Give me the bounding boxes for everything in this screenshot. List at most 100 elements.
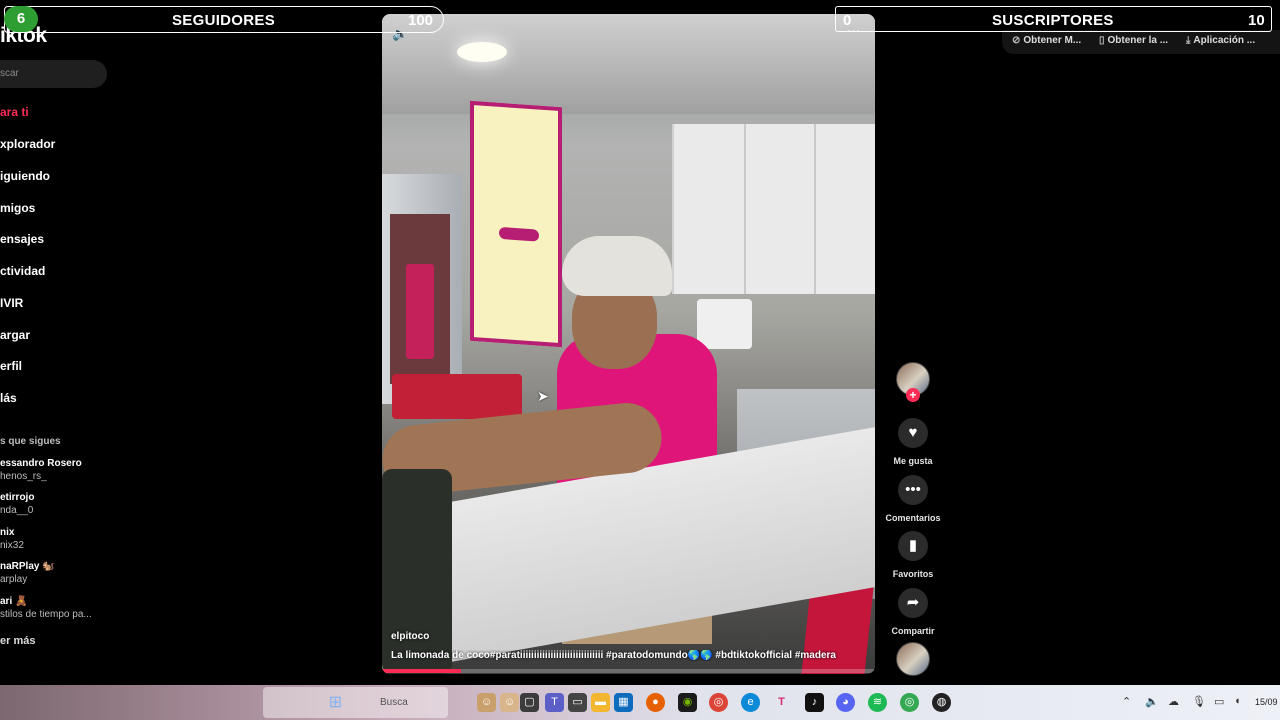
share-button[interactable]: ➦ [898, 588, 928, 618]
video-scene-red-counter [392, 374, 522, 419]
account-handle: stilos de tiempo pa... [0, 609, 92, 620]
nav-item-profile[interactable]: erfil [0, 359, 22, 373]
video-progress-bar[interactable] [382, 669, 875, 673]
music-disc-avatar[interactable] [896, 642, 930, 676]
following-account[interactable]: ari 🧸 stilos de tiempo pa... [0, 595, 92, 621]
windows-taskbar: ⊞ Busca ☺ ☺ ▢ T ▭ ▬ ▦ ● ◉ ◎ e T ♪ ◕ ≋ ◎ … [0, 685, 1280, 720]
file-explorer-icon[interactable]: ▬ [591, 693, 610, 712]
video-scene-fridge [382, 174, 462, 404]
account-handle: nix32 [0, 540, 24, 551]
followers-label: SEGUIDORES [172, 12, 276, 29]
following-account[interactable]: naRPlay 🐿️ arplay [0, 560, 55, 586]
nav-item-friends[interactable]: migos [0, 201, 35, 215]
video-scene-poster [470, 100, 562, 348]
nav-item-more[interactable]: lás [0, 391, 17, 405]
subscribers-label: SUSCRIPTORES [992, 12, 1114, 29]
share-arrow-icon: ➦ [906, 594, 920, 611]
video-scene-cup [406, 264, 434, 359]
video-scene-cap [562, 236, 672, 296]
microphone-tray-icon[interactable]: 🎙 [1192, 695, 1206, 708]
video-player[interactable]: 🔈 ⋯ elpitoco La limonada de coco#paratii… [382, 14, 875, 674]
video-scene-cabinets [672, 124, 875, 294]
desktop-app-link[interactable]: ⤓ Aplicación ... [1186, 35, 1255, 46]
speaker-tray-icon[interactable]: 🔈 [1145, 695, 1159, 708]
network-tray-icon[interactable]: ▭ [1214, 695, 1224, 708]
taskbar-search-text: Busca [380, 697, 408, 708]
video-progress-fill [382, 669, 461, 673]
video-scene-ceiling [382, 14, 875, 114]
download-icon: ⤓ [1186, 35, 1191, 46]
account-name: etirrojo [0, 492, 35, 503]
share-label: Compartir [891, 626, 935, 636]
following-account[interactable]: essandro Rosero henos_rs_ [0, 457, 82, 483]
terminal-icon[interactable]: ▭ [568, 693, 587, 712]
video-scene-light [457, 42, 507, 62]
like-label: Me gusta [893, 456, 933, 466]
nav-item-upload[interactable]: argar [0, 328, 30, 342]
desktop-app-label: Aplicación ... [1193, 35, 1256, 46]
favorite-label: Favoritos [892, 569, 934, 579]
followers-count-badge: 6 [4, 6, 38, 32]
video-caption[interactable]: La limonada de coco#paratiiiiiiiiiiiiiii… [391, 650, 867, 661]
followers-counter: SEGUIDORES 100 [4, 6, 444, 33]
nav-item-activity[interactable]: ctividad [0, 264, 45, 278]
store-icon[interactable]: ▦ [614, 693, 633, 712]
tiktok-icon[interactable]: ♪ [805, 693, 824, 712]
comment-label: Comentarios [885, 513, 941, 523]
cloud-tray-icon[interactable]: ☁ [1168, 695, 1179, 708]
phone-icon: ▯ [1099, 35, 1105, 46]
teams-icon[interactable]: T [545, 693, 564, 712]
subscribers-count: 0 [843, 12, 852, 29]
widgets-icon[interactable]: ☺ [477, 693, 496, 712]
account-handle: arplay [0, 574, 28, 585]
nvidia-icon[interactable]: ◉ [678, 693, 697, 712]
account-name: ari 🧸 [0, 596, 28, 607]
nav-item-explore[interactable]: xplorador [0, 137, 55, 151]
top-toolbar: ⊘ Obtener M... ▯ Obtener la ... ⤓ Aplicació… [1002, 30, 1280, 54]
video-author[interactable]: elpitoco [391, 631, 429, 642]
left-sidebar: iktok scar ara ti xplorador iguiendo mig… [0, 0, 130, 685]
edge-icon[interactable]: e [741, 693, 760, 712]
task-view-icon[interactable]: ▢ [520, 693, 539, 712]
get-app-label: Obtener la ... [1107, 35, 1169, 46]
firefox-icon[interactable]: ● [646, 693, 665, 712]
discord-icon[interactable]: ◕ [836, 693, 855, 712]
comment-icon: ••• [905, 481, 921, 498]
chrome-profile-icon[interactable]: ◎ [900, 693, 919, 712]
subscribers-goal: 10 [1248, 12, 1265, 29]
chrome-icon[interactable]: ◎ [709, 693, 728, 712]
mouse-cursor-icon: ➤ [537, 388, 549, 404]
favorite-button[interactable]: ▮ [898, 531, 928, 561]
followers-goal: 100 [408, 12, 434, 29]
get-coins-link[interactable]: ⊘ Obtener M... [1012, 35, 1081, 46]
following-account[interactable]: nix nix32 [0, 526, 24, 552]
see-more-link[interactable]: er más [0, 635, 35, 647]
video-actions: + ♥ Me gusta ••• Comentarios ▮ Favoritos… [882, 360, 944, 680]
comment-button[interactable]: ••• [898, 475, 928, 505]
taskbar-clock[interactable]: 15/09 [1255, 697, 1278, 707]
taskbar-search[interactable]: Busca [263, 687, 448, 718]
search-placeholder: scar [0, 68, 19, 79]
account-name: naRPlay 🐿️ [0, 561, 55, 572]
people-icon[interactable]: ☺ [500, 693, 519, 712]
subscribers-counter: 0 SUSCRIPTORES 10 [835, 6, 1272, 32]
video-scene-blender [382, 469, 452, 674]
link-icon: ⊘ [1012, 35, 1021, 46]
volume-tray-icon[interactable]: ◖ [1234, 695, 1241, 707]
obs-icon[interactable]: ◍ [932, 693, 951, 712]
nav-item-for-you[interactable]: ara ti [0, 105, 29, 119]
get-app-link[interactable]: ▯ Obtener la ... [1099, 35, 1168, 46]
video-scene-cabinet-line [814, 124, 816, 294]
heart-icon: ♥ [908, 424, 918, 441]
nav-item-messages[interactable]: ensajes [0, 232, 44, 246]
nav-item-live[interactable]: IVIR [0, 296, 23, 310]
following-account[interactable]: etirrojo nda__0 [0, 491, 34, 517]
search-input[interactable]: scar [0, 60, 107, 88]
spotify-icon[interactable]: ≋ [868, 693, 887, 712]
like-button[interactable]: ♥ [898, 418, 928, 448]
text-tool-icon[interactable]: T [772, 693, 791, 712]
nav-item-following[interactable]: iguiendo [0, 169, 50, 183]
follow-plus-icon[interactable]: + [906, 388, 920, 402]
tray-chevron-icon[interactable]: ⌃ [1122, 695, 1131, 708]
account-name: essandro Rosero [0, 458, 82, 469]
